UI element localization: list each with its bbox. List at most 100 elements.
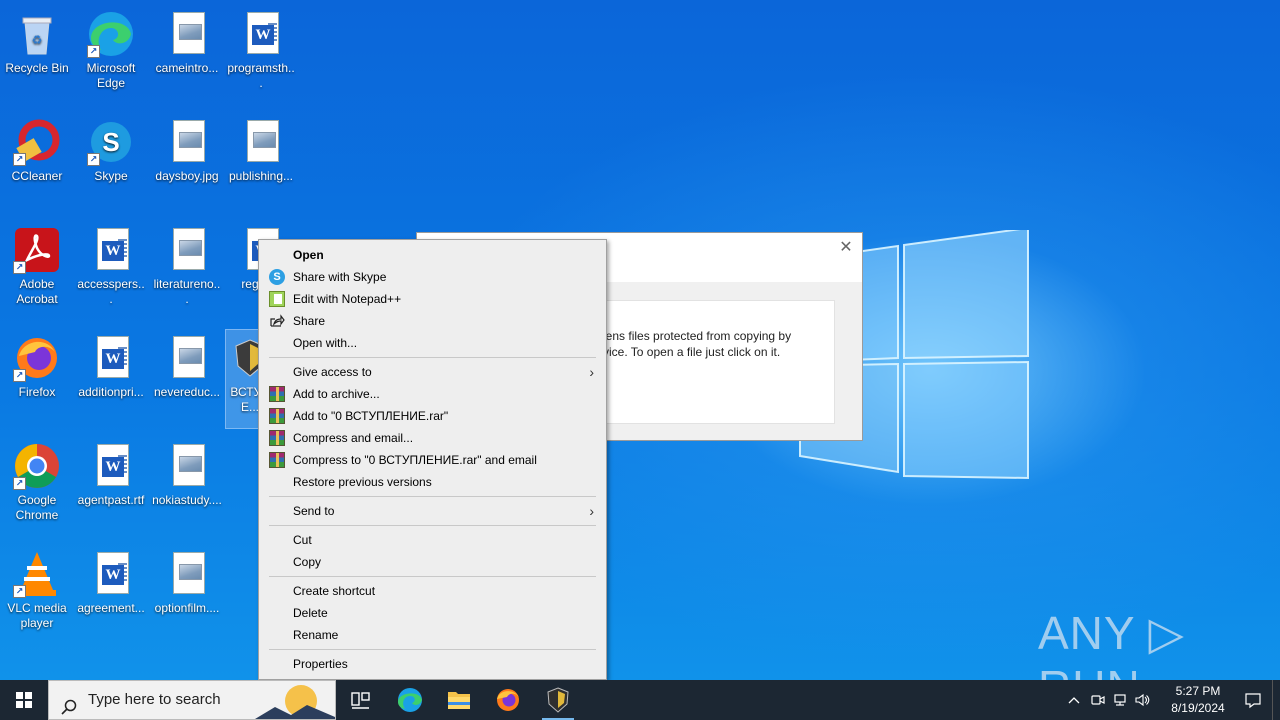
menu-item-properties[interactable]: Properties [259,653,606,675]
taskbar[interactable]: Type here to search 5:27 PM 8/19/2024 [0,680,1280,720]
menu-item-add-to-rar[interactable]: Add to "0 ВСТУПЛЕНИЕ.rar" [259,405,606,427]
desktop-icon-agentpast[interactable]: W agentpast.rtf [74,438,148,508]
menu-item-label: Add to "0 ВСТУПЛЕНИЕ.rar" [293,409,449,423]
icon-label: literatureno... [153,277,221,306]
shortcut-arrow-icon: ↗ [13,369,26,382]
chevron-up-icon[interactable] [1066,692,1082,708]
desktop-icon-adobe-acrobat[interactable]: ↗ Adobe Acrobat [0,222,74,307]
volume-icon[interactable] [1134,692,1150,708]
desktop-icon-optionfilm[interactable]: optionfilm.... [150,546,224,616]
desktop-icon-programsth[interactable]: W programsth... [224,6,298,91]
network-icon[interactable] [1112,692,1128,708]
desktop-icon-daysboy[interactable]: daysboy.jpg [150,114,224,184]
desktop-icon-google-chrome[interactable]: ↗ Google Chrome [0,438,74,523]
menu-item-send-to[interactable]: Send to › [259,500,606,522]
menu-item-delete[interactable]: Delete [259,602,606,624]
desktop-icon-additionpri[interactable]: W additionpri... [74,330,148,400]
desktop-icon-vlc[interactable]: ↗ VLC media player [0,546,74,631]
icon-label: daysboy.jpg [155,169,219,183]
desktop-icon-literatureno[interactable]: literatureno... [150,222,224,307]
menu-item-edit-with-notepadpp[interactable]: Edit with Notepad++ [259,288,606,310]
dialog-content-panel [567,300,835,424]
word-document-icon: W [237,10,285,58]
taskbar-file-explorer[interactable] [435,680,483,720]
menu-item-label: Open with... [293,336,358,350]
menu-item-label: Delete [293,606,328,620]
image-file-icon [163,226,211,274]
clock-date: 8/19/2024 [1171,701,1225,715]
image-file-icon [163,118,211,166]
icon-label: Microsoft Edge [86,61,136,90]
icon-label: accesspers... [77,277,145,306]
desktop-icon-recycle-bin[interactable]: ♻ Recycle Bin [0,6,74,76]
desktop-icon-ccleaner[interactable]: ↗ CCleaner [0,114,74,184]
desktop-icon-agreement[interactable]: W agreement... [74,546,148,616]
edge-icon [398,688,422,712]
menu-separator [269,576,596,577]
start-button[interactable] [0,680,48,720]
search-placeholder: Type here to search [88,691,221,708]
menu-item-rename[interactable]: Rename [259,624,606,646]
menu-item-restore-previous-versions[interactable]: Restore previous versions [259,471,606,493]
task-view-button[interactable] [336,680,384,720]
menu-item-share-with-skype[interactable]: S Share with Skype [259,266,606,288]
icon-label: additionpri... [78,385,144,399]
desktop-icon-skype[interactable]: S ↗ Skype [74,114,148,184]
taskbar-search-box[interactable]: Type here to search [48,680,336,720]
menu-separator [269,649,596,650]
menu-item-create-shortcut[interactable]: Create shortcut [259,580,606,602]
menu-item-cut[interactable]: Cut [259,529,606,551]
recycle-bin-icon: ♻ [13,10,61,58]
taskbar-firefox[interactable] [484,680,532,720]
icon-label: nokiastudy.... [152,493,222,507]
windows-start-icon [16,692,32,708]
word-document-icon: W [87,442,135,490]
system-tray[interactable]: 5:27 PM 8/19/2024 [1064,680,1280,720]
firefox-icon: ↗ [13,334,61,382]
menu-separator [269,496,596,497]
icon-label: Recycle Bin [5,61,69,75]
word-document-icon: W [87,226,135,274]
context-menu[interactable]: Open S Share with Skype Edit with Notepad… [258,239,607,680]
menu-item-label: Restore previous versions [293,475,432,489]
ccleaner-icon: ↗ [13,118,61,166]
notification-icon[interactable] [1244,691,1262,709]
word-document-icon: W [87,550,135,598]
menu-item-label: Compress to "0 ВСТУПЛЕНИЕ.rar" and email [293,453,537,467]
close-icon[interactable]: ✕ [836,238,856,258]
adobe-acrobat-icon: ↗ [13,226,61,274]
desktop-icon-nevereduc[interactable]: nevereduc... [150,330,224,400]
desktop-icon-publishing[interactable]: publishing... [224,114,298,184]
menu-item-share[interactable]: Share [259,310,606,332]
menu-item-label: Share with Skype [293,270,387,284]
taskbar-clock[interactable]: 5:27 PM 8/19/2024 [1158,683,1238,717]
desktop-icon-microsoft-edge[interactable]: ↗ Microsoft Edge [74,6,148,91]
menu-item-give-access-to[interactable]: Give access to › [259,361,606,383]
icon-label: nevereduc... [153,385,221,399]
meet-now-icon[interactable] [1090,692,1106,708]
menu-item-compress-and-email[interactable]: Compress and email... [259,427,606,449]
chevron-right-icon: › [589,364,594,380]
icon-label: agreement... [77,601,145,615]
anyrun-watermark: ANY ▷ RUN [1038,607,1185,680]
menu-item-copy[interactable]: Copy [259,551,606,573]
menu-item-open[interactable]: Open [259,244,606,266]
taskbar-edge[interactable] [386,680,434,720]
taskbar-shield-app[interactable] [534,680,582,720]
menu-item-compress-to-rar-and-email[interactable]: Compress to "0 ВСТУПЛЕНИЕ.rar" and email [259,449,606,471]
desktop-icon-nokiastudy[interactable]: nokiastudy.... [150,438,224,508]
desktop[interactable]: ♻ Recycle Bin ↗ CCleaner ↗ Adobe Acrobat… [0,0,1280,680]
shortcut-arrow-icon: ↗ [13,261,26,274]
task-view-icon [351,692,370,709]
desktop-icon-accesspers[interactable]: W accesspers... [74,222,148,307]
show-desktop-divider[interactable] [1272,680,1273,720]
menu-item-label: Properties [293,657,348,671]
image-file-icon [163,442,211,490]
vlc-icon: ↗ [13,550,61,598]
menu-item-open-with[interactable]: Open with... [259,332,606,354]
menu-item-add-to-archive[interactable]: Add to archive... [259,383,606,405]
svg-text:S: S [102,127,119,157]
menu-item-label: Give access to [293,365,372,379]
desktop-icon-cameintro[interactable]: cameintro... [150,6,224,76]
desktop-icon-firefox[interactable]: ↗ Firefox [0,330,74,400]
